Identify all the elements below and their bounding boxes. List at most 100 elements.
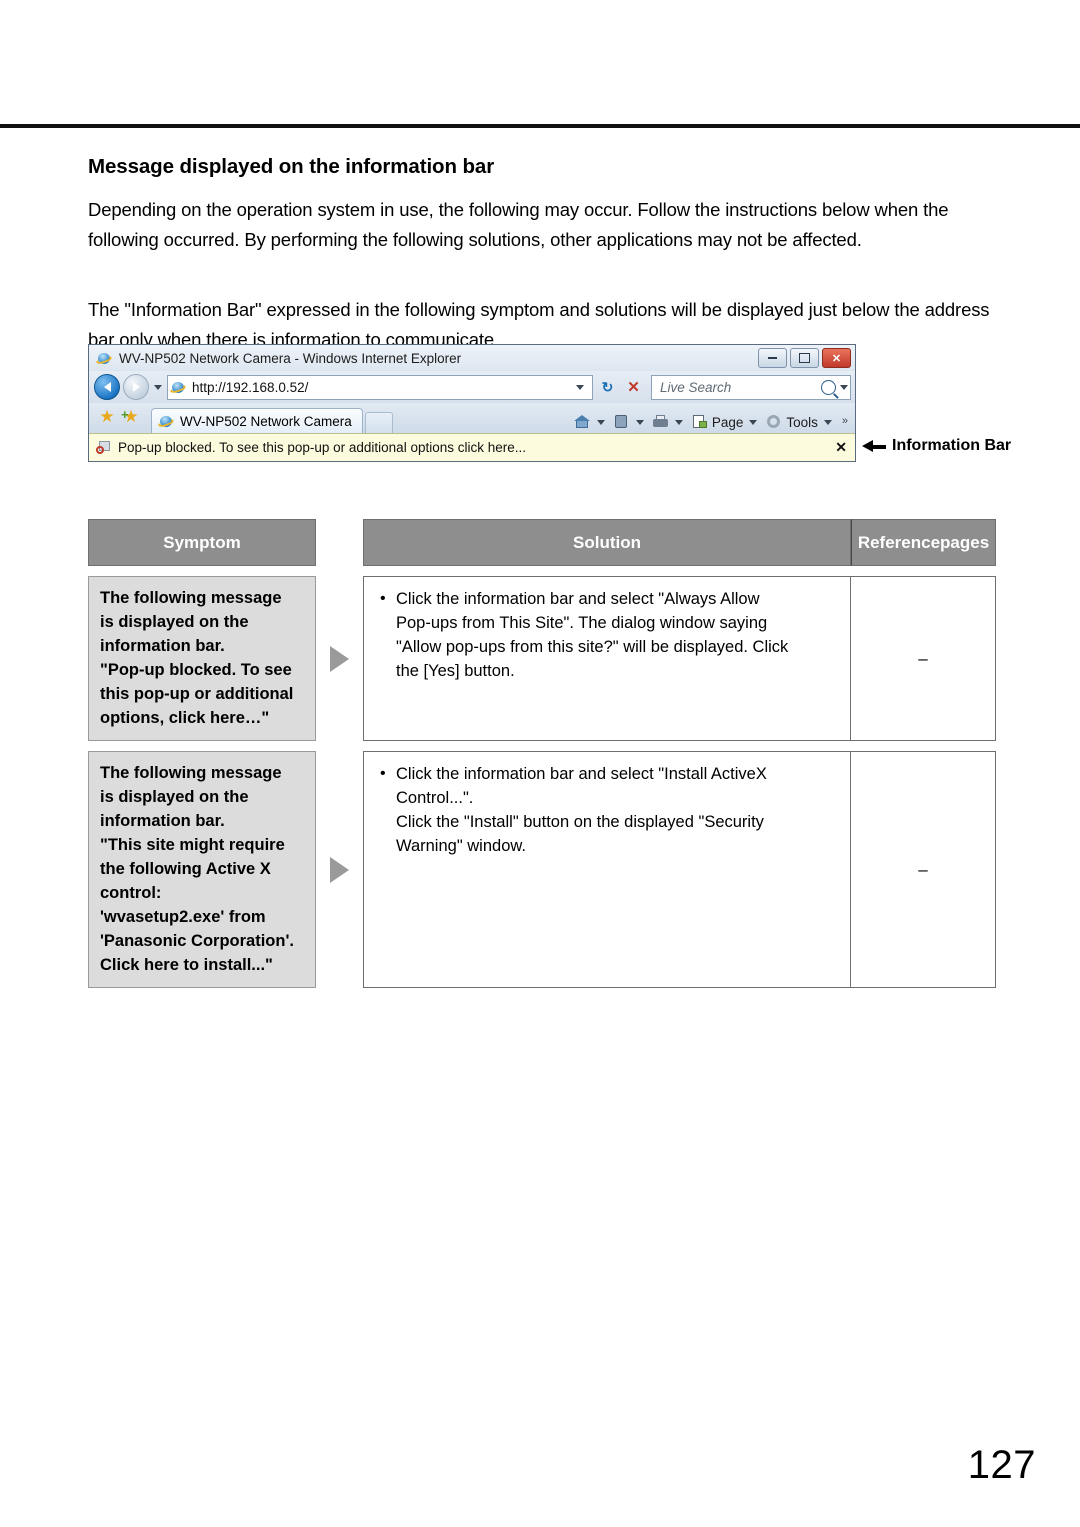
tools-chevron-down-icon[interactable] (823, 419, 832, 425)
chevron-down-icon (576, 384, 584, 390)
gear-icon (765, 414, 782, 430)
print-chevron-down-icon[interactable] (674, 419, 683, 425)
symptom-line: The following message (100, 589, 282, 607)
page-chevron-down-icon[interactable] (749, 419, 758, 425)
symptom-line: options, click here…" (100, 709, 270, 727)
symptom-line: information bar. (100, 812, 225, 830)
column-header-reference-line1: Reference (857, 532, 941, 552)
solution-line: Warning" window. (396, 837, 526, 855)
home-button[interactable] (572, 414, 593, 430)
rss-feed-icon (613, 414, 630, 430)
symptom-line: 'Panasonic Corporation'. (100, 932, 294, 950)
add-to-favorites-icon[interactable]: ★ + (119, 404, 143, 433)
page-title: Message displayed on the information bar (88, 155, 495, 178)
back-button[interactable] (94, 374, 120, 400)
tab-favicon-icon (159, 414, 174, 429)
maximize-button[interactable] (790, 348, 819, 368)
printer-icon (652, 414, 669, 430)
browser-navigation-bar: http://192.168.0.52/ ↻ ✕ Live Search (89, 371, 855, 403)
maximize-icon (799, 353, 810, 363)
search-placeholder-text: Live Search (660, 379, 732, 395)
browser-tab[interactable]: WV-NP502 Network Camera (151, 408, 363, 433)
toolbar-overflow-button[interactable]: » (838, 414, 851, 427)
content-column: Message displayed on the information bar… (88, 155, 996, 355)
browser-title-bar: WV-NP502 Network Camera - Windows Intern… (89, 345, 855, 371)
browser-window-title: WV-NP502 Network Camera - Windows Intern… (119, 350, 462, 366)
chevron-down-icon (154, 384, 162, 390)
window-controls: ✕ (758, 348, 851, 368)
recent-pages-button[interactable] (152, 384, 164, 390)
page-menu-button[interactable]: Page (689, 414, 746, 430)
forward-button[interactable] (123, 374, 149, 400)
solution-cell: Click the information bar and select "In… (363, 751, 851, 988)
symptom-line: information bar. (100, 637, 225, 655)
refresh-button[interactable]: ↻ (596, 376, 619, 399)
solution-line: Control...". (396, 789, 474, 807)
arrow-left-icon (103, 382, 111, 392)
address-bar[interactable]: http://192.168.0.52/ (167, 374, 593, 400)
table-header-row: Symptom Solution Reference pages (88, 519, 996, 566)
annotation-label: Information Bar (892, 437, 1012, 454)
symptom-line: 'wvasetup2.exe' from (100, 908, 266, 926)
column-header-reference-line2: pages (940, 532, 990, 552)
table-row: The following message is displayed on th… (88, 751, 996, 988)
column-header-symptom: Symptom (88, 519, 316, 566)
list-item: Click the information bar and select "Al… (380, 587, 842, 683)
symptom-line: is displayed on the (100, 788, 249, 806)
internet-explorer-icon (97, 351, 112, 366)
address-url-text: http://192.168.0.52/ (192, 379, 309, 395)
solution-line: Pop-ups from This Site". The dialog wind… (396, 614, 768, 632)
feeds-button[interactable] (611, 414, 632, 430)
triangle-right-icon (330, 645, 349, 672)
minimize-button[interactable] (758, 348, 787, 368)
print-button[interactable] (650, 414, 671, 430)
search-box[interactable]: Live Search (651, 374, 851, 400)
symptom-line: this pop-up or additional (100, 685, 294, 703)
information-bar-close-button[interactable]: ✕ (827, 439, 847, 456)
solution-line: Click the information bar and select "Al… (396, 590, 760, 608)
intro-paragraph-1: Depending on the operation system in use… (88, 199, 949, 250)
new-tab-button[interactable] (364, 412, 393, 433)
search-provider-chevron-down-icon[interactable] (840, 384, 848, 390)
browser-tab-bar: ★ ★ + WV-NP502 Network Camera Page Tools … (89, 403, 855, 433)
triangle-right-icon (330, 856, 349, 883)
information-bar[interactable]: Pop-up blocked. To see this pop-up or ad… (89, 433, 855, 461)
column-header-solution: Solution (363, 519, 851, 566)
internet-explorer-window: WV-NP502 Network Camera - Windows Intern… (88, 344, 856, 462)
page-number: 127 (967, 1443, 1036, 1487)
symptom-line: Click here to install..." (100, 956, 273, 974)
browser-tab-label: WV-NP502 Network Camera (180, 413, 352, 429)
solution-list: Click the information bar and select "Al… (378, 587, 842, 683)
information-bar-text: Pop-up blocked. To see this pop-up or ad… (118, 440, 526, 455)
row-arrow (316, 576, 363, 741)
symptom-line: "Pop-up blocked. To see (100, 661, 292, 679)
stop-button[interactable]: ✕ (622, 376, 645, 399)
browser-command-bar: Page Tools » (572, 414, 851, 433)
browser-screenshot-figure: WV-NP502 Network Camera - Windows Intern… (88, 344, 858, 462)
symptom-line: control: (100, 884, 162, 902)
feeds-chevron-down-icon[interactable] (635, 419, 644, 425)
troubleshooting-table: Symptom Solution Reference pages The fol… (88, 519, 996, 988)
symptom-cell: The following message is displayed on th… (88, 751, 316, 988)
solution-line: Click the information bar and select "In… (396, 765, 767, 783)
address-dropdown-button[interactable] (570, 384, 590, 390)
list-item: Click the information bar and select "In… (380, 762, 842, 858)
reference-pages-cell: – (851, 576, 996, 741)
row-arrow (316, 751, 363, 988)
solution-list: Click the information bar and select "In… (378, 762, 842, 858)
home-chevron-down-icon[interactable] (596, 419, 605, 425)
page-icon (691, 414, 708, 430)
header-rule (0, 124, 1080, 128)
home-icon (573, 414, 591, 430)
page-menu-label: Page (711, 414, 744, 430)
tools-menu-button[interactable]: Tools (763, 414, 820, 430)
column-header-reference-pages: Reference pages (851, 519, 996, 566)
solution-line: Click the "Install" button on the displa… (396, 813, 764, 831)
symptom-cell: The following message is displayed on th… (88, 576, 316, 741)
solution-line: "Allow pop-ups from this site?" will be … (396, 638, 789, 656)
close-button[interactable]: ✕ (822, 348, 851, 368)
symptom-line: "This site might require (100, 836, 285, 854)
favorites-center-star-icon[interactable]: ★ (95, 404, 119, 433)
symptom-line: is displayed on the (100, 613, 249, 631)
search-icon[interactable] (821, 379, 836, 395)
